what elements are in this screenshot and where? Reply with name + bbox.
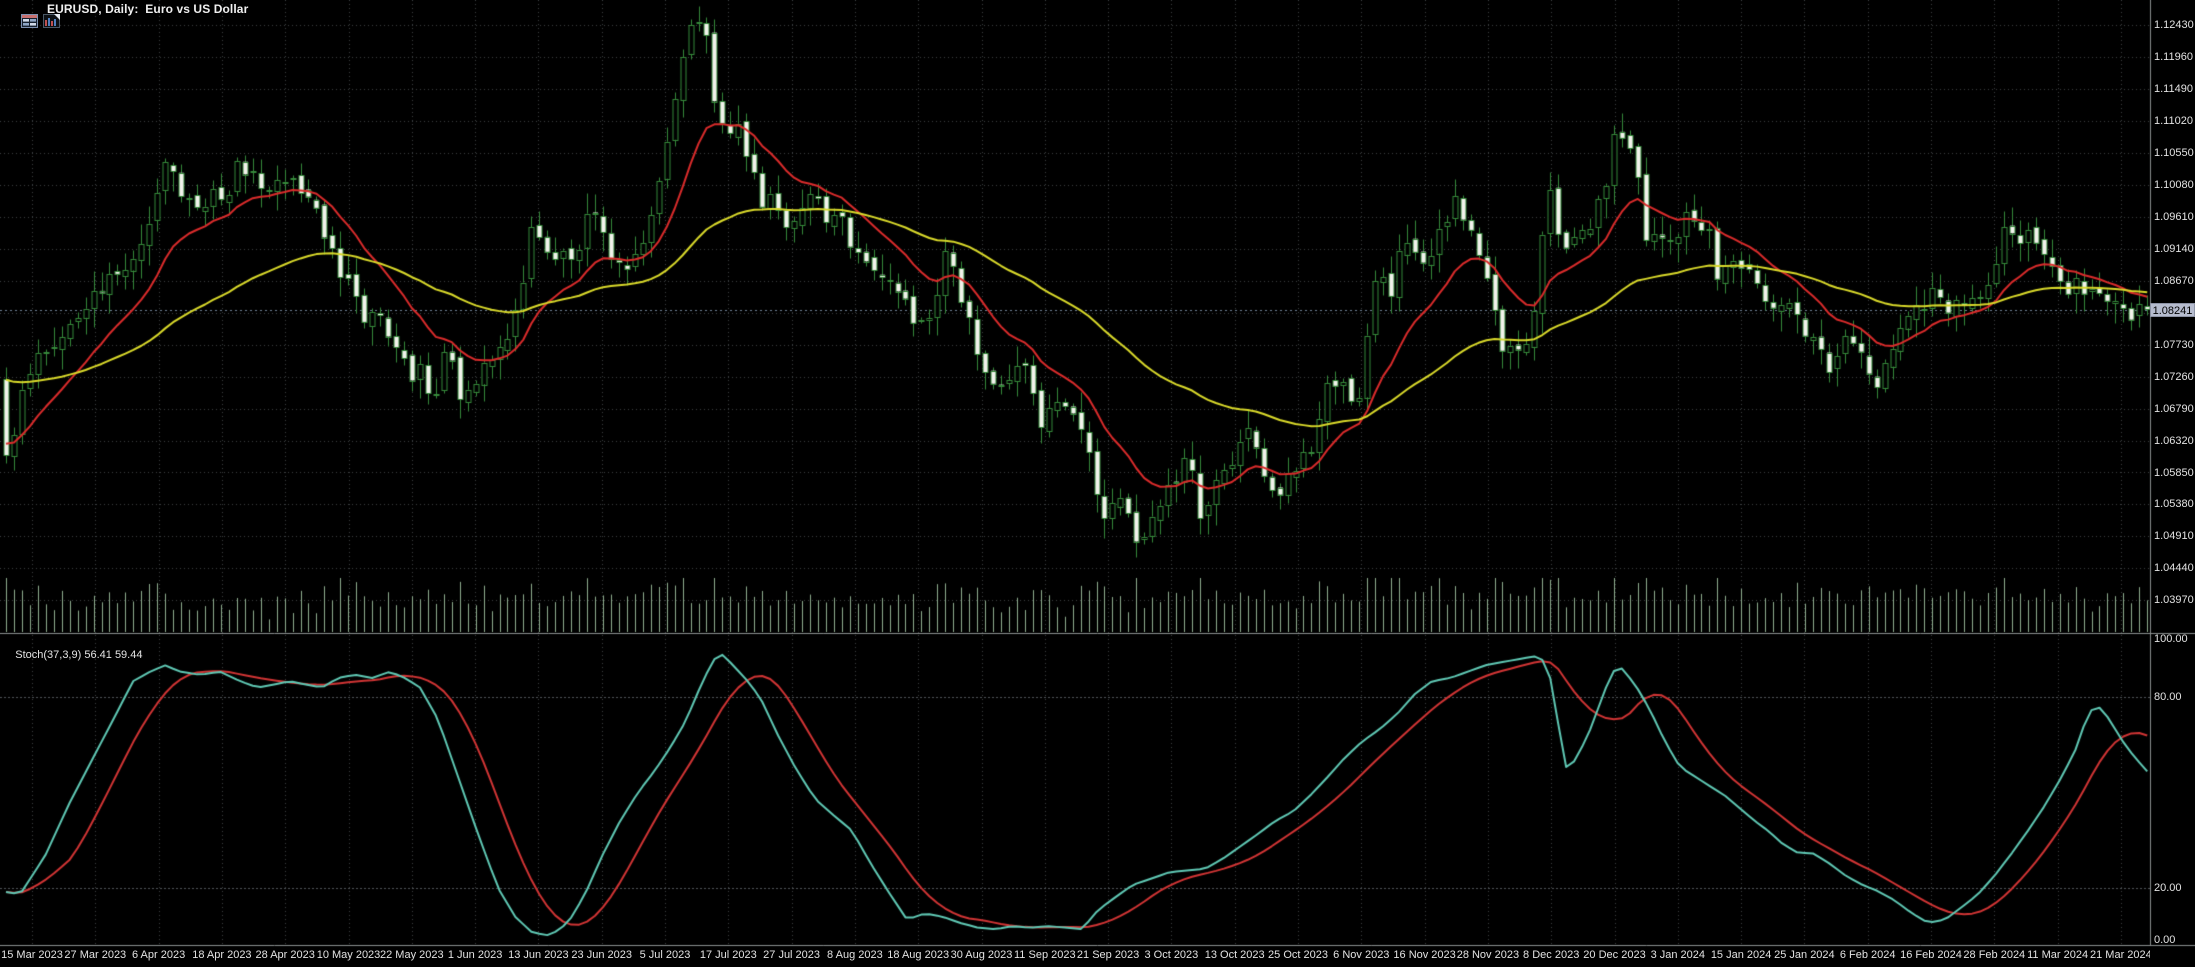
- date-label: 1 Jun 2023: [448, 949, 502, 961]
- date-label: 25 Oct 2023: [1268, 949, 1328, 961]
- date-label: 28 Apr 2023: [256, 949, 315, 961]
- date-label: 21 Sep 2023: [1077, 949, 1139, 961]
- date-label: 23 Jun 2023: [571, 949, 632, 961]
- date-label: 5 Jul 2023: [640, 949, 691, 961]
- date-label: 10 May 2023: [317, 949, 381, 961]
- date-label: 16 Nov 2023: [1393, 949, 1455, 961]
- date-label: 8 Dec 2023: [1523, 949, 1579, 961]
- current-price-tag: 1.08241: [2150, 303, 2195, 317]
- date-label: 27 Jul 2023: [763, 949, 820, 961]
- date-label: 18 Apr 2023: [192, 949, 251, 961]
- date-label: 18 Aug 2023: [887, 949, 949, 961]
- stochastic-indicator-label: Stoch(37,3,9) 56.41 59.44: [3, 637, 142, 673]
- date-label: 22 May 2023: [380, 949, 444, 961]
- date-label: 27 Mar 2023: [64, 949, 126, 961]
- date-label: 11 Sep 2023: [1014, 949, 1076, 961]
- date-label: 28 Feb 2024: [1963, 949, 2025, 961]
- price-chart-canvas[interactable]: [0, 0, 2195, 967]
- chart-title-bar: EURUSD, Daily: Euro vs US Dollar: [3, 2, 248, 16]
- date-label: 30 Aug 2023: [951, 949, 1013, 961]
- date-label: 25 Jan 2024: [1774, 949, 1835, 961]
- chart-icon[interactable]: [25, 2, 42, 16]
- market-watch-icon[interactable]: [3, 2, 20, 16]
- date-label: 6 Feb 2024: [1840, 949, 1896, 961]
- chart-title: EURUSD, Daily: Euro vs US Dollar: [47, 3, 248, 15]
- date-label: 15 Jan 2024: [1711, 949, 1772, 961]
- date-label: 15 Mar 2023: [1, 949, 63, 961]
- stoch-scale-label: 0.00: [2154, 934, 2175, 946]
- date-label: 16 Feb 2024: [1900, 949, 1962, 961]
- date-label: 3 Oct 2023: [1144, 949, 1198, 961]
- date-label: 3 Jan 2024: [1651, 949, 1705, 961]
- date-label: 20 Dec 2023: [1583, 949, 1645, 961]
- indicator-signal-value: 59.44: [115, 649, 143, 661]
- date-label: 28 Nov 2023: [1457, 949, 1519, 961]
- date-label: 21 Mar 2024: [2090, 949, 2150, 961]
- stoch-scale-label: 20.00: [2154, 882, 2182, 894]
- stoch-axis[interactable]: 100.00 80.00 20.00 0.00: [2151, 0, 2195, 967]
- date-label: 6 Apr 2023: [132, 949, 185, 961]
- date-label: 13 Jun 2023: [508, 949, 569, 961]
- chart-window: EURUSD, Daily: Euro vs US Dollar Stoch(3…: [0, 0, 2195, 967]
- stoch-scale-label: 80.00: [2154, 691, 2182, 703]
- date-label: 6 Nov 2023: [1333, 949, 1389, 961]
- date-label: 8 Aug 2023: [827, 949, 883, 961]
- stoch-scale-label: 100.00: [2154, 633, 2188, 645]
- date-label: 11 Mar 2024: [2027, 949, 2088, 961]
- date-label: 13 Oct 2023: [1205, 949, 1265, 961]
- indicator-main-value: 56.41: [84, 649, 112, 661]
- indicator-name: Stoch(37,3,9): [15, 649, 81, 661]
- time-axis[interactable]: 15 Mar 202327 Mar 2023 6 Apr 2023 18 Apr 2…: [0, 946, 2150, 967]
- date-label: 17 Jul 2023: [700, 949, 757, 961]
